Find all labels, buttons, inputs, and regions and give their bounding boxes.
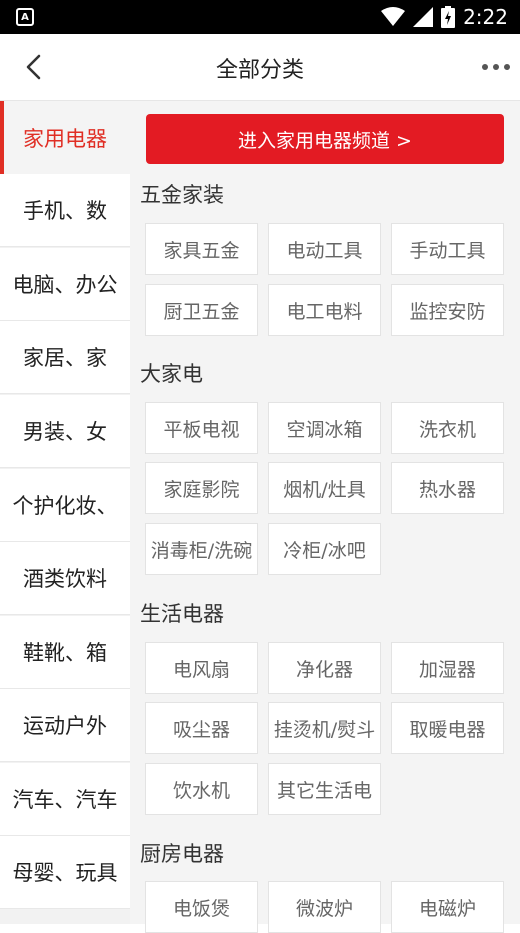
subcategory-item[interactable]: 空调冰箱	[268, 402, 381, 454]
section-title: 五金家装	[140, 183, 224, 207]
wifi-icon	[381, 7, 406, 26]
sidebar-item[interactable]: 家用电器	[0, 101, 130, 174]
subcategory-item[interactable]: 手动工具	[391, 223, 504, 275]
sidebar-item[interactable]: 手机、数	[0, 174, 130, 247]
section-title: 厨房电器	[140, 842, 224, 866]
subcategory-item[interactable]: 净化器	[268, 642, 381, 694]
status-icons: 2:22	[381, 4, 508, 30]
subcategory-item[interactable]: 电饭煲	[145, 881, 258, 933]
subcategory-item[interactable]: 消毒柜/洗碗	[145, 523, 258, 575]
subcategory-item[interactable]: 电磁炉	[391, 881, 504, 933]
more-dot-icon	[482, 64, 488, 70]
section-title: 生活电器	[140, 602, 224, 626]
subcategory-item[interactable]: 吸尘器	[145, 702, 258, 754]
subcategory-item[interactable]: 平板电视	[145, 402, 258, 454]
sidebar-item[interactable]: 汽车、汽车	[0, 763, 130, 836]
signal-icon	[413, 7, 434, 27]
sidebar-item[interactable]: 家居、家	[0, 321, 130, 394]
subcategory-item[interactable]: 微波炉	[268, 881, 381, 933]
subcategory-item[interactable]: 家具五金	[145, 223, 258, 275]
subcategory-item[interactable]: 监控安防	[391, 284, 504, 336]
category-content: 进入家用电器频道 > 五金家装 家具五金 电动工具 手动工具 厨卫五金 电工电料…	[130, 101, 520, 933]
more-button[interactable]	[476, 52, 516, 82]
section-title: 大家电	[140, 362, 203, 386]
subcategory-item[interactable]: 洗衣机	[391, 402, 504, 454]
sidebar-item[interactable]: 运动户外	[0, 689, 130, 762]
sidebar-item[interactable]: 个护化妆、	[0, 469, 130, 542]
subcategory-item[interactable]: 冷柜/冰吧	[268, 523, 381, 575]
sidebar-item[interactable]: 酒类饮料	[0, 542, 130, 615]
subcategory-item[interactable]: 电风扇	[145, 642, 258, 694]
status-bar: A 2:22	[0, 0, 520, 34]
subcategory-item[interactable]: 其它生活电	[268, 763, 381, 815]
subcategory-item[interactable]: 热水器	[391, 462, 504, 514]
more-dot-icon	[504, 64, 510, 70]
category-sidebar: 家用电器 手机、数 电脑、办公 家居、家 男装、女 个护化妆、 酒类饮料 鞋靴、…	[0, 101, 130, 924]
app-badge-icon: A	[16, 8, 34, 26]
more-dot-icon	[493, 64, 499, 70]
subcategory-item[interactable]: 取暖电器	[391, 702, 504, 754]
sidebar-item[interactable]: 男装、女	[0, 395, 130, 468]
subcategory-item[interactable]: 加湿器	[391, 642, 504, 694]
subcategory-item[interactable]: 厨卫五金	[145, 284, 258, 336]
page-title: 全部分类	[215, 58, 304, 83]
sidebar-item[interactable]: 鞋靴、箱	[0, 616, 130, 689]
subcategory-item[interactable]: 烟机/灶具	[268, 462, 381, 514]
subcategory-item[interactable]: 饮水机	[145, 763, 258, 815]
subcategory-item[interactable]: 电工电料	[268, 284, 381, 336]
subcategory-item[interactable]: 挂烫机/熨斗	[268, 702, 381, 754]
clock: 2:22	[463, 5, 508, 29]
sidebar-item[interactable]: 母婴、玩具	[0, 836, 130, 909]
top-nav-bar: 全部分类	[0, 34, 520, 101]
enter-channel-button[interactable]: 进入家用电器频道 >	[146, 114, 504, 164]
subcategory-item[interactable]: 电动工具	[268, 223, 381, 275]
sidebar-item[interactable]: 电脑、办公	[0, 248, 130, 321]
subcategory-item[interactable]: 家庭影院	[145, 462, 258, 514]
battery-icon	[441, 6, 456, 28]
